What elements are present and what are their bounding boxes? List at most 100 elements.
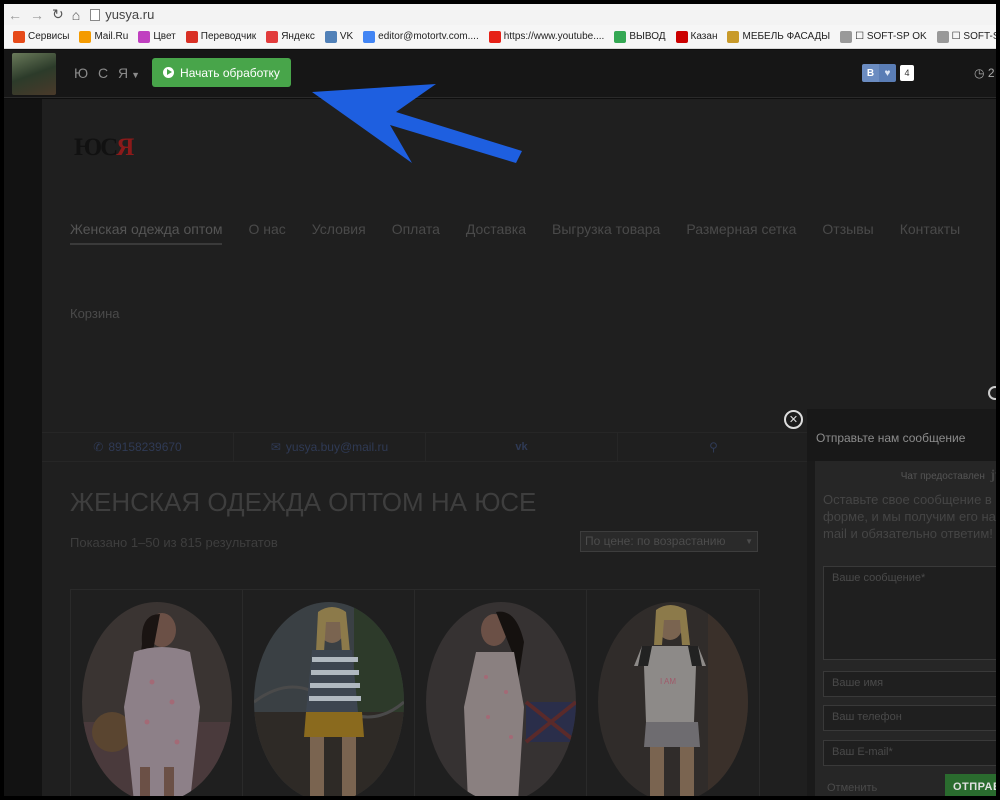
browser-window: ← → ↻ ⌂ yusya.ru Сервисы Mail.Ru Цвет Перев… bbox=[0, 0, 1000, 800]
google-icon bbox=[363, 30, 376, 43]
reload-icon[interactable]: ↻ bbox=[52, 6, 64, 23]
bookmark-item[interactable]: Казан bbox=[671, 30, 723, 43]
cancel-button[interactable]: Отменить bbox=[827, 782, 877, 794]
annotation-arrow bbox=[312, 84, 522, 163]
site-name-label: Ю С Я bbox=[74, 65, 132, 81]
email-item[interactable]: ✉ yusya.buy@mail.ru bbox=[234, 433, 426, 461]
bookmark-label: ВЫВОД bbox=[629, 31, 666, 42]
envelope-icon: ✉ bbox=[270, 440, 281, 454]
bookmark-item[interactable]: Яндекс bbox=[261, 30, 320, 43]
bookmark-item[interactable]: МЕБЕЛЬ ФАСАДЫ bbox=[722, 30, 835, 43]
main-menu: Женская одежда оптом О нас Условия Оплата До… bbox=[70, 221, 960, 245]
location-item[interactable]: ⚲ bbox=[618, 433, 810, 461]
site-logo[interactable]: ЮСЯ bbox=[74, 134, 134, 162]
bookmark-item[interactable]: https://www.youtube.... bbox=[484, 30, 610, 43]
menu-item[interactable]: Доставка bbox=[466, 221, 526, 245]
bookmark-item[interactable]: editor@motortv.com.... bbox=[358, 30, 484, 43]
home-icon[interactable]: ⌂ bbox=[72, 7, 80, 23]
jivosite-logo-icon: jv bbox=[990, 468, 996, 483]
product-photo-4[interactable]: I AM bbox=[598, 602, 748, 796]
location-pin-icon: ⚲ bbox=[709, 440, 718, 454]
phone-number: 89158239670 bbox=[108, 440, 182, 454]
menu-item[interactable]: Условия bbox=[312, 221, 366, 245]
vk-icon: В bbox=[862, 64, 879, 82]
back-icon[interactable]: ← bbox=[8, 7, 22, 23]
start-processing-label: Начать обработку bbox=[180, 65, 280, 80]
product-grid: I AM bbox=[70, 589, 760, 796]
bookmark-label: Яндекс bbox=[281, 31, 315, 42]
product-photo-2[interactable] bbox=[254, 602, 404, 796]
svg-text:I AM: I AM bbox=[660, 677, 676, 686]
product-card-4[interactable]: I AM bbox=[587, 590, 759, 796]
vk-icon: vk bbox=[515, 441, 528, 453]
phone-icon: ✆ bbox=[93, 440, 104, 454]
menu-item[interactable]: Оплата bbox=[392, 221, 440, 245]
close-icon[interactable]: ✕ bbox=[784, 410, 803, 429]
bookmark-label: МЕБЕЛЬ ФАСАДЫ bbox=[742, 31, 831, 42]
bookmarks-bar: Сервисы Mail.Ru Цвет Переводчик Яндекс VK edit… bbox=[4, 25, 996, 49]
caret-down-icon: ▼ bbox=[131, 70, 141, 80]
bookmark-item[interactable]: ☐ SOFT-SP BK bbox=[932, 30, 996, 43]
bookmark-item[interactable]: Сервисы bbox=[8, 30, 74, 43]
vk-like-widget[interactable]: В ♥ 4 bbox=[862, 64, 914, 82]
sort-select[interactable]: По цене: по возрастанию bbox=[580, 531, 758, 552]
name-field[interactable]: Ваше имя bbox=[823, 671, 996, 697]
page-icon bbox=[936, 30, 949, 43]
site-name-dropdown[interactable]: Ю С Я▼ bbox=[74, 65, 140, 81]
menu-item[interactable]: Размерная сетка bbox=[686, 221, 796, 245]
heart-icon: ♥ bbox=[879, 64, 896, 82]
bookmark-label: Цвет bbox=[153, 31, 176, 42]
product-photo-3[interactable] bbox=[426, 602, 576, 796]
left-gutter bbox=[4, 99, 42, 796]
clock-indicator[interactable]: ◷ 2 bbox=[974, 66, 995, 80]
menu-item[interactable]: Контакты bbox=[900, 221, 960, 245]
bookmark-label: https://www.youtube.... bbox=[503, 31, 605, 42]
menu-item[interactable]: О нас bbox=[248, 221, 285, 245]
bookmark-item[interactable]: ☐ SOFT-SP OK bbox=[835, 30, 932, 43]
menu-item[interactable]: Женская одежда оптом bbox=[70, 221, 223, 245]
phone-item[interactable]: ✆ 89158239670 bbox=[42, 433, 234, 461]
send-button[interactable]: ОТПРАВ bbox=[945, 774, 996, 796]
menu-item[interactable]: Выгрузка товара bbox=[552, 221, 660, 245]
bookmark-item[interactable]: ВЫВОД bbox=[609, 30, 670, 43]
page-title: ЖЕНСКАЯ ОДЕЖДА ОПТОМ НА ЮСЕ bbox=[70, 487, 537, 517]
scroll-indicator-icon bbox=[988, 386, 996, 400]
bookmark-label: Переводчик bbox=[200, 31, 257, 42]
message-popup: Отправьте нам сообщение Чат предоставлен… bbox=[807, 409, 996, 796]
product-card-2[interactable] bbox=[243, 590, 415, 796]
bookmark-label: Сервисы bbox=[28, 31, 70, 42]
vk-icon bbox=[324, 30, 337, 43]
bookmark-item[interactable]: VK bbox=[320, 30, 358, 43]
clock-icon: ◷ bbox=[974, 66, 985, 80]
bookmark-label: VK bbox=[339, 31, 354, 42]
product-photo-1[interactable] bbox=[82, 602, 232, 796]
start-processing-button[interactable]: Начать обработку bbox=[152, 58, 291, 87]
bookmark-item[interactable]: Переводчик bbox=[181, 30, 261, 43]
clock-value: 2 bbox=[987, 66, 995, 80]
forward-icon[interactable]: → bbox=[30, 7, 44, 23]
message-textarea[interactable]: Ваше сообщение* bbox=[823, 566, 996, 660]
bookmark-item[interactable]: Цвет bbox=[133, 30, 180, 43]
vk-like-count: 4 bbox=[900, 65, 914, 81]
popup-body: Чат предоставлен jv Оставьте свое сообще… bbox=[815, 461, 996, 796]
apps-icon bbox=[13, 30, 25, 43]
email-address: yusya.buy@mail.ru bbox=[285, 440, 389, 454]
bookmark-label: ☐ SOFT-SP BK bbox=[951, 31, 996, 42]
bookmark-item[interactable]: Mail.Ru bbox=[74, 30, 133, 43]
page-icon bbox=[90, 8, 101, 21]
vk-item[interactable]: vk bbox=[426, 433, 618, 461]
url-field[interactable]: yusya.ru bbox=[90, 7, 154, 22]
avatar[interactable] bbox=[12, 53, 56, 95]
youtube-icon bbox=[488, 30, 501, 43]
phone-field[interactable]: Ваш телефон bbox=[823, 705, 996, 731]
play-icon bbox=[163, 67, 175, 78]
email-field[interactable]: Ваш E-mail* bbox=[823, 740, 996, 766]
product-card-3[interactable] bbox=[415, 590, 587, 796]
color-wheel-icon bbox=[138, 30, 151, 43]
bookmark-label: Mail.Ru bbox=[94, 31, 129, 42]
menu-item[interactable]: Отзывы bbox=[822, 221, 873, 245]
cart-link[interactable]: Корзина bbox=[70, 306, 120, 321]
product-card-1[interactable] bbox=[71, 590, 243, 796]
bookmark-label: editor@motortv.com.... bbox=[378, 31, 479, 42]
bars-icon bbox=[675, 30, 688, 43]
